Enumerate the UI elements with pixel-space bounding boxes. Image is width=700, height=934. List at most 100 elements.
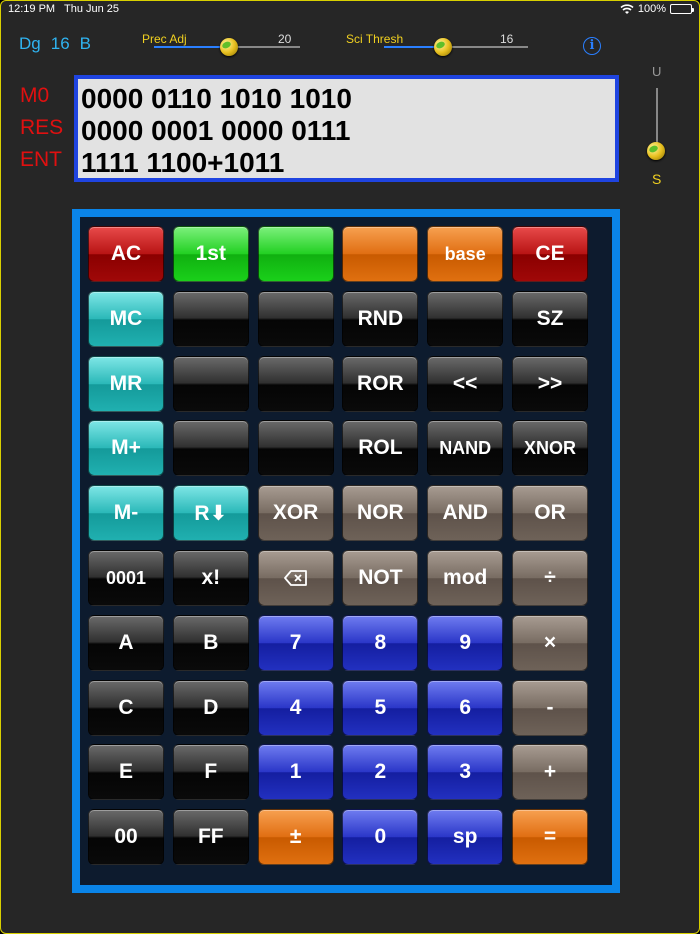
- blank-key-r3-c1[interactable]: [172, 420, 249, 477]
- key-sp[interactable]: sp: [427, 809, 504, 866]
- key-shift-right[interactable]: >>: [512, 355, 588, 412]
- base-mode[interactable]: B: [80, 34, 91, 54]
- key-label: FF: [197, 825, 224, 849]
- key-c[interactable]: C: [88, 679, 164, 736]
- key-label: NAND: [439, 437, 492, 458]
- key-multiply[interactable]: ×: [512, 614, 588, 671]
- key-nand[interactable]: NAND: [427, 420, 504, 477]
- key-rnd[interactable]: RND: [342, 290, 419, 347]
- prec-adj-knob[interactable]: [220, 38, 238, 56]
- sci-thresh-slider[interactable]: Sci Thresh 16: [346, 32, 530, 56]
- key-rol[interactable]: ROL: [342, 420, 419, 477]
- prec-adj-slider[interactable]: Prec Adj 20: [142, 32, 302, 56]
- key-5[interactable]: 5: [342, 679, 419, 736]
- key-equals[interactable]: =: [512, 809, 588, 866]
- key-label: 8: [374, 630, 387, 654]
- register-label-res: RES: [20, 116, 64, 139]
- key-00[interactable]: 00: [88, 809, 164, 866]
- key-shift-left[interactable]: <<: [427, 355, 504, 412]
- key-divide[interactable]: ÷: [512, 550, 588, 606]
- key-e[interactable]: E: [88, 744, 164, 801]
- key-label: NOR: [357, 501, 404, 525]
- key-label: -: [546, 695, 554, 719]
- key-2[interactable]: 2: [342, 744, 419, 801]
- key-label: 2: [374, 760, 387, 784]
- key-ff[interactable]: FF: [172, 809, 249, 866]
- prec-adj-value: 20: [278, 32, 292, 46]
- register-value-res: 0000 0001 0000 0111: [81, 115, 351, 146]
- key-label: =: [543, 825, 557, 849]
- key-m-plus[interactable]: M+: [88, 420, 164, 477]
- info-icon[interactable]: i: [583, 37, 601, 55]
- key-label: M-: [113, 501, 139, 525]
- key-ce[interactable]: CE: [512, 226, 588, 282]
- backspace-button[interactable]: [257, 550, 334, 606]
- key-factorial[interactable]: x!: [172, 550, 249, 606]
- status-time: 12:19 PM: [8, 3, 56, 15]
- key-label: MR: [109, 371, 143, 395]
- blank-key-r1-c1[interactable]: [172, 290, 249, 347]
- key-7[interactable]: 7: [257, 614, 334, 671]
- status-right: 100%: [620, 3, 694, 15]
- key-and[interactable]: AND: [427, 485, 504, 542]
- key-3[interactable]: 3: [427, 744, 504, 801]
- blank-key-r1-c4[interactable]: [427, 290, 504, 347]
- angle-mode[interactable]: Dg: [19, 34, 41, 54]
- key-label: B: [203, 630, 219, 654]
- key-9[interactable]: 9: [427, 614, 504, 671]
- blank-key-r0-c3[interactable]: [342, 226, 419, 282]
- blank-key-r2-c1[interactable]: [172, 355, 249, 412]
- key-xnor[interactable]: XNOR: [512, 420, 588, 477]
- key-sz[interactable]: SZ: [512, 290, 588, 347]
- key-0001[interactable]: 0001: [88, 550, 164, 606]
- key-label: base: [444, 243, 486, 264]
- register-display[interactable]: 0000 0110 1010 1010 0000 0001 0000 0111 …: [74, 75, 619, 182]
- key-label: 9: [459, 630, 472, 654]
- key-not[interactable]: NOT: [342, 550, 419, 606]
- key-m-minus[interactable]: M-: [88, 485, 164, 542]
- blank-key-r0-c2[interactable]: [257, 226, 334, 282]
- key-plus-minus[interactable]: ±: [257, 809, 334, 866]
- key-mod[interactable]: mod: [427, 550, 504, 606]
- status-date: Thu Jun 25: [64, 3, 120, 15]
- digit-count[interactable]: 16: [51, 34, 70, 54]
- sign-mode-knob[interactable]: [647, 142, 665, 160]
- key-a[interactable]: A: [88, 614, 164, 671]
- key-base[interactable]: base: [427, 226, 504, 282]
- blank-key-r3-c2[interactable]: [257, 420, 334, 477]
- key-1[interactable]: 1: [257, 744, 334, 801]
- backspace-icon: [283, 570, 307, 586]
- key-label: mod: [443, 566, 488, 589]
- key-f[interactable]: F: [172, 744, 249, 801]
- key-xor[interactable]: XOR: [257, 485, 334, 542]
- key-mc[interactable]: MC: [88, 290, 164, 347]
- key-6[interactable]: 6: [427, 679, 504, 736]
- blank-key-r1-c2[interactable]: [257, 290, 334, 347]
- key-ac[interactable]: AC: [88, 226, 164, 282]
- key-label: ROL: [358, 436, 403, 460]
- key-8[interactable]: 8: [342, 614, 419, 671]
- key-d[interactable]: D: [172, 679, 249, 736]
- key-label: D: [203, 695, 219, 719]
- blank-key-r2-c2[interactable]: [257, 355, 334, 412]
- key-4[interactable]: 4: [257, 679, 334, 736]
- key-mr[interactable]: MR: [88, 355, 164, 412]
- key-label: x!: [201, 566, 221, 589]
- key-label: ±: [289, 825, 302, 849]
- key-first[interactable]: 1st: [172, 226, 249, 282]
- key-plus[interactable]: +: [512, 744, 588, 801]
- key-label: RND: [357, 306, 404, 330]
- key-label: MC: [109, 306, 143, 330]
- key-minus[interactable]: -: [512, 679, 588, 736]
- key-label: 6: [459, 695, 472, 719]
- key-or[interactable]: OR: [512, 485, 588, 542]
- key-b[interactable]: B: [172, 614, 249, 671]
- key-label: 1st: [195, 242, 226, 265]
- register-label-ent: ENT: [20, 148, 62, 171]
- sci-thresh-knob[interactable]: [434, 38, 452, 56]
- key-0[interactable]: 0: [342, 809, 419, 866]
- key-label: CE: [535, 242, 565, 265]
- key-ror[interactable]: ROR: [342, 355, 419, 412]
- key-nor[interactable]: NOR: [342, 485, 419, 542]
- key-roll-down[interactable]: R⬇: [172, 485, 249, 542]
